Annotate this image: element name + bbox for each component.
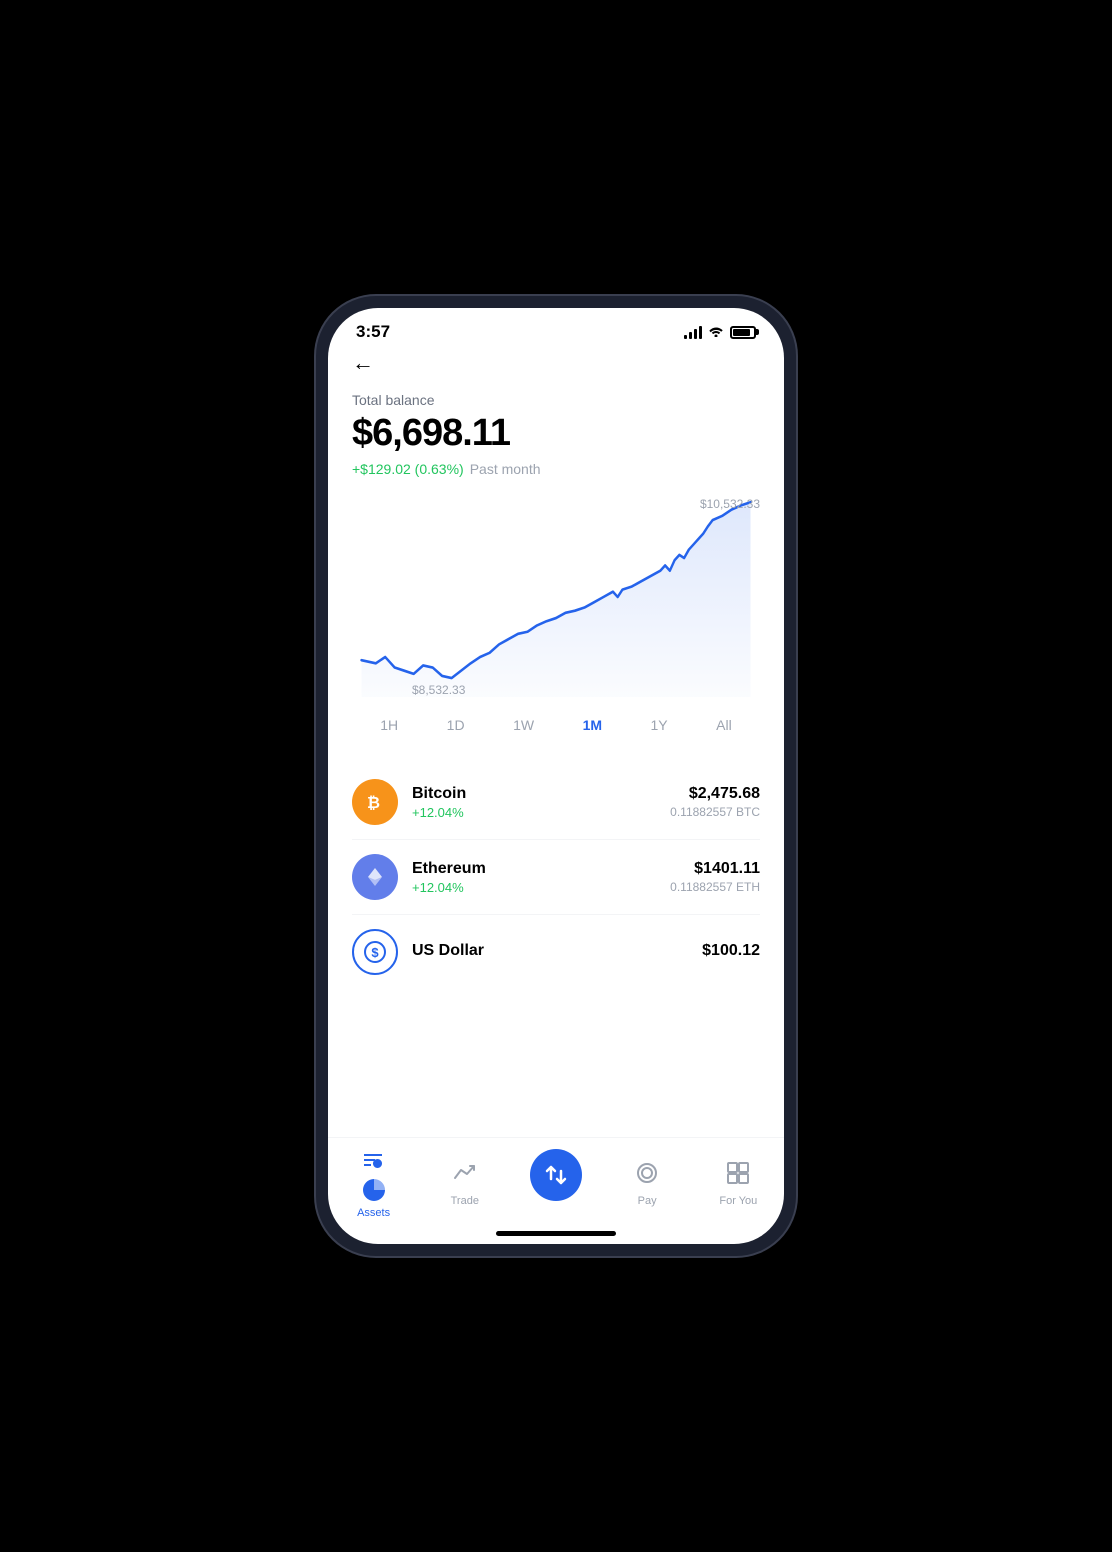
phone-device: 3:57 ← <box>316 296 796 1256</box>
asset-item-usdollar[interactable]: $ US Dollar $100.12 <box>352 915 760 989</box>
nav-foryou[interactable]: For You <box>708 1160 768 1207</box>
ethereum-values: $1401.11 0.11882557 ETH <box>670 860 760 894</box>
change-positive: +$129.02 (0.63%) <box>352 461 464 477</box>
trade-label: Trade <box>451 1195 479 1207</box>
filter-1h[interactable]: 1H <box>372 713 406 737</box>
dollar-name: US Dollar <box>412 942 702 960</box>
svg-text:₿: ₿ <box>367 794 380 812</box>
foryou-icon <box>725 1160 751 1191</box>
bitcoin-crypto: 0.11882557 BTC <box>670 805 760 819</box>
pay-label: Pay <box>638 1195 657 1207</box>
dollar-usd: $100.12 <box>702 942 760 960</box>
battery-icon <box>730 326 756 339</box>
time-filters: 1H 1D 1W 1M 1Y All <box>352 713 760 737</box>
back-arrow-icon: ← <box>352 350 374 375</box>
assets-icon <box>361 1148 387 1203</box>
chart-svg <box>352 497 760 697</box>
nav-assets[interactable]: Assets <box>344 1148 404 1219</box>
filter-1y[interactable]: 1Y <box>643 713 676 737</box>
balance-change: +$129.02 (0.63%) Past month <box>352 461 760 477</box>
pay-icon <box>634 1160 660 1191</box>
chart-label-top: $10,532.33 <box>700 497 760 511</box>
ethereum-info: Ethereum +12.04% <box>412 860 670 895</box>
asset-item-bitcoin[interactable]: ₿ Bitcoin +12.04% $2,475.68 0.11882557 B… <box>352 765 760 839</box>
ethereum-name: Ethereum <box>412 860 670 878</box>
balance-amount: $6,698.11 <box>352 412 760 455</box>
swap-button[interactable] <box>530 1149 582 1201</box>
assets-label: Assets <box>357 1207 390 1219</box>
status-bar: 3:57 <box>328 308 784 350</box>
foryou-label: For You <box>719 1195 757 1207</box>
back-button[interactable]: ← <box>352 350 760 376</box>
home-indicator <box>496 1231 616 1236</box>
phone-screen: 3:57 ← <box>328 308 784 1244</box>
swap-icon <box>544 1163 568 1187</box>
bitcoin-icon: ₿ <box>352 779 398 825</box>
ethereum-change: +12.04% <box>412 880 670 895</box>
status-time: 3:57 <box>356 322 390 342</box>
bitcoin-name: Bitcoin <box>412 785 670 803</box>
dollar-info: US Dollar <box>412 942 702 962</box>
chart-label-bottom: $8,532.33 <box>412 683 465 697</box>
status-icons <box>684 324 756 340</box>
dollar-values: $100.12 <box>702 942 760 962</box>
filter-all[interactable]: All <box>708 713 740 737</box>
filter-1w[interactable]: 1W <box>505 713 542 737</box>
signal-icon <box>684 326 702 339</box>
nav-swap[interactable] <box>526 1149 586 1219</box>
nav-pay[interactable]: Pay <box>617 1160 677 1207</box>
main-content: ← Total balance $6,698.11 +$129.02 (0.63… <box>328 350 784 1137</box>
bitcoin-info: Bitcoin +12.04% <box>412 785 670 820</box>
asset-item-ethereum[interactable]: Ethereum +12.04% $1401.11 0.11882557 ETH <box>352 840 760 914</box>
ethereum-usd: $1401.11 <box>670 860 760 878</box>
price-chart[interactable]: $10,532.33 $8,532.33 <box>352 497 760 697</box>
trade-icon <box>452 1160 478 1191</box>
balance-label: Total balance <box>352 392 760 408</box>
bitcoin-values: $2,475.68 0.11882557 BTC <box>670 785 760 819</box>
nav-trade[interactable]: Trade <box>435 1160 495 1207</box>
dollar-icon: $ <box>352 929 398 975</box>
wifi-icon <box>708 324 724 340</box>
asset-list: ₿ Bitcoin +12.04% $2,475.68 0.11882557 B… <box>352 765 760 989</box>
bitcoin-change: +12.04% <box>412 805 670 820</box>
filter-1d[interactable]: 1D <box>439 713 473 737</box>
ethereum-crypto: 0.11882557 ETH <box>670 880 760 894</box>
bitcoin-usd: $2,475.68 <box>670 785 760 803</box>
bottom-nav: Assets Trade <box>328 1137 784 1227</box>
filter-1m[interactable]: 1M <box>575 713 610 737</box>
svg-text:$: $ <box>371 945 379 960</box>
ethereum-icon <box>352 854 398 900</box>
change-period: Past month <box>470 461 541 477</box>
